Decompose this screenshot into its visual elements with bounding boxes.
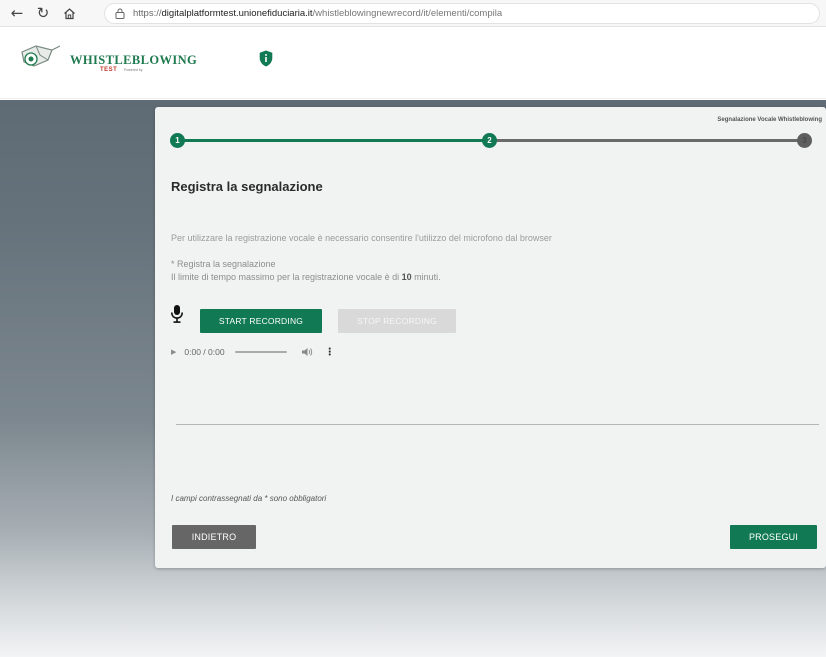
lock-icon <box>115 8 127 19</box>
stepper-line-pending <box>490 139 803 142</box>
seek-slider[interactable] <box>234 351 287 353</box>
time-limit-prefix: Il limite di tempo massimo per la regist… <box>171 272 402 282</box>
microphone-icon <box>171 305 183 323</box>
browser-toolbar: ← ↻ https://digitalplatformtest.unionefi… <box>0 0 826 27</box>
powered-by-text: Powered by <box>124 68 143 72</box>
volume-icon[interactable] <box>301 347 313 357</box>
stepper-title: Segnalazione Vocale Whistleblowing <box>717 117 822 123</box>
time-limit-value: 10 <box>401 272 412 282</box>
reload-icon[interactable]: ↻ <box>34 4 52 22</box>
player-time: 0:00 / 0:00 <box>184 347 225 357</box>
site-header: WHISTLEBLOWING TEST Powered by <box>0 27 826 99</box>
powered-by-label: Powered by <box>124 68 142 72</box>
stepper-line-completed <box>177 139 490 142</box>
time-limit-text: Il limite di tempo massimo per la regist… <box>171 272 441 282</box>
section-title: Registra la segnalazione <box>171 179 323 194</box>
url-domain: digitalplatformtest.unionefiduciaria.it <box>161 8 313 19</box>
home-icon[interactable] <box>60 4 78 22</box>
mandatory-fields-note: I campi contrassegnati da * sono obbliga… <box>171 494 327 503</box>
required-field-label: * Registra la segnalazione <box>171 259 276 269</box>
environment-label: TEST <box>100 67 118 73</box>
brand-name: WHISTLEBLOWING <box>70 53 198 67</box>
shield-info-icon[interactable] <box>259 50 273 67</box>
back-button[interactable]: INDIETRO <box>172 525 256 549</box>
more-options-icon[interactable]: ⋮ <box>325 347 335 358</box>
audio-player: ▶ 0:00 / 0:00 ⋮ <box>171 345 371 359</box>
address-bar[interactable]: https://digitalplatformtest.unionefiduci… <box>104 3 820 24</box>
step-2-indicator: 2 <box>482 133 497 148</box>
microphone-info-text: Per utilizzare la registrazione vocale è… <box>171 233 552 243</box>
time-limit-suffix: minuti. <box>411 272 441 282</box>
whistle-logo-icon[interactable] <box>18 42 64 72</box>
step-1-indicator: 1 <box>170 133 185 148</box>
url-scheme: https:// <box>133 8 162 19</box>
next-button[interactable]: PROSEGUI <box>730 525 817 549</box>
url-path: /whistleblowingnewrecord/it/elementi/com… <box>312 8 503 19</box>
start-recording-button[interactable]: START RECORDING <box>200 309 322 333</box>
play-icon[interactable]: ▶ <box>171 348 176 356</box>
form-separator <box>176 424 819 425</box>
form-card: Segnalazione Vocale Whistleblowing 1 2 3… <box>155 107 826 568</box>
step-3-indicator: 3 <box>797 133 812 148</box>
back-arrow-icon[interactable]: ← <box>8 4 26 22</box>
stop-recording-button[interactable]: STOP RECORDING <box>338 309 456 333</box>
